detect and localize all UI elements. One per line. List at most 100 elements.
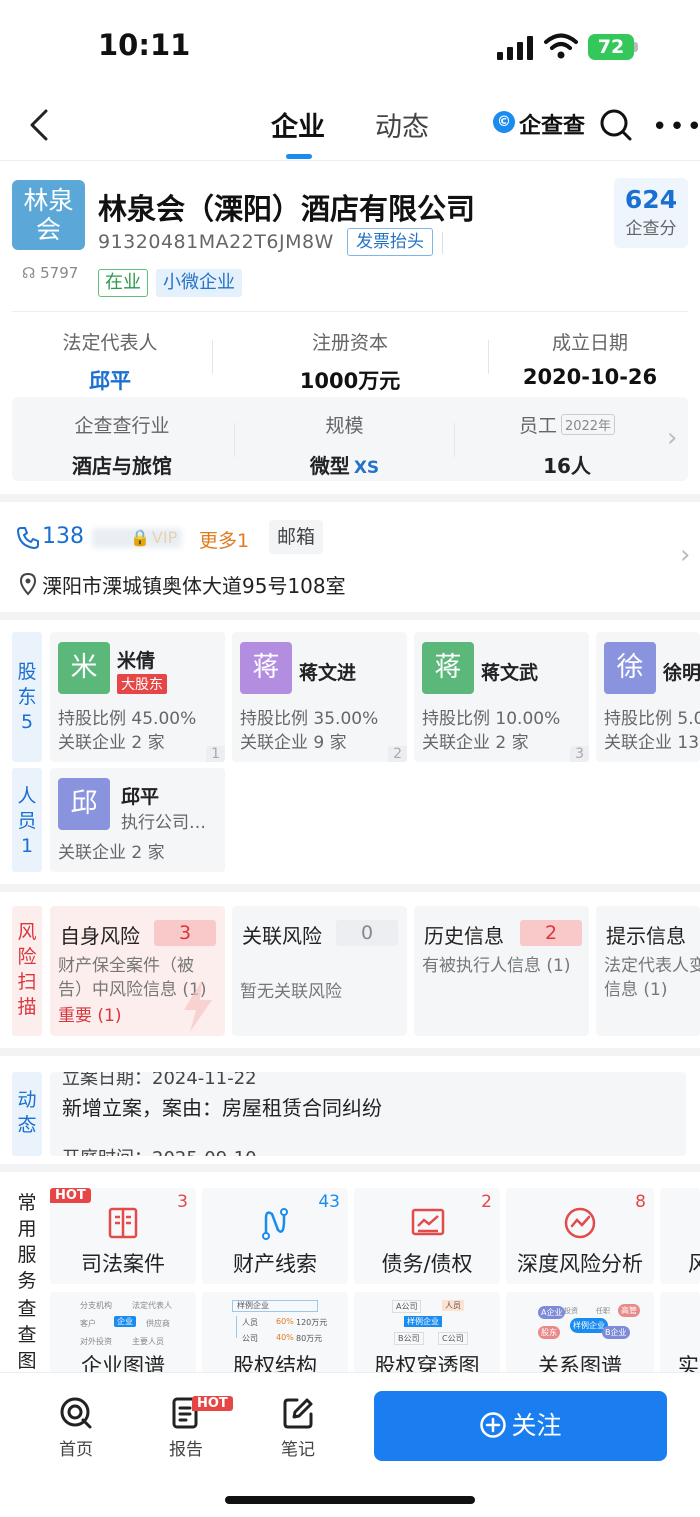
risk-card-self[interactable]: 自身风险 3 财产保全案件（被告）中风险信息 (1) 重要 (1) [50,906,225,1036]
tab-enterprise[interactable]: 企业 [271,105,325,144]
shareholder-card[interactable]: 蒋 蒋文进 持股比例 35.00% 关联企业 9 家 2 [232,632,407,762]
industry-value: 酒店与旅馆 [72,454,172,478]
legal-rep-value[interactable]: 邱平 [30,365,190,395]
avatar: 蒋 [422,642,474,694]
section-gap [0,494,700,502]
shareholder-name: 蒋文武 [481,662,539,684]
risk-card-history[interactable]: 历史信息 2 有被执行人信息 (1) [414,906,589,1036]
graph-more[interactable]: 实 [660,1292,700,1376]
score-label: 企查分 [625,219,677,239]
risk-desc: 法定代表人变 信息 (1) [604,956,700,1000]
industry-info-box[interactable]: 企查查行业 酒店与旅馆 规模 微型 XS 员工 2022年 16人 › [12,397,688,481]
wifi-icon [544,33,578,59]
shareholder-card[interactable]: 徐 徐明 持股比例 5.0 关联企业 13 [596,632,700,762]
mini-node-center: 企业 [114,1316,136,1327]
staff-role: 执行公司… [121,813,206,833]
legal-rep[interactable]: 法定代表人 邱平 [30,328,190,395]
mini-node: C公司 [438,1332,468,1345]
address-text[interactable]: 溧阳市溧城镇奥体大道95号108室 [42,570,346,599]
score-box[interactable]: 624 企查分 [614,178,688,248]
graph-equity-structure[interactable]: 样例企业 人员 60% 120万元 公司 40% 80万元 股权结构 [202,1292,348,1376]
service-asset-clues[interactable]: 43 财产线索 [202,1188,348,1284]
legal-rep-label: 法定代表人 [62,332,158,354]
staff-card[interactable]: 邱 邱平 执行公司… 关联企业 2 家 [50,768,225,872]
scale-value: 微型 [309,454,350,478]
bottom-tab-notes[interactable]: 笔记 [276,1396,320,1460]
shareholder-name: 蒋文进 [299,662,357,684]
dynamics-main: 新增立案，案由：房屋租赁合同纠纷 [62,1096,382,1120]
location-pin-icon [19,572,37,596]
founded-label: 成立日期 [551,332,628,354]
dynamics-ticker[interactable]: 立案日期：2024-11-22 新增立案，案由：房屋租赁合同纠纷 开庭时间：20… [50,1072,686,1156]
graph-equity-penetration[interactable]: A公司 人员 样例企业 B公司 C公司 股权穿透图 [354,1292,500,1376]
service-label: 债务/债权 [381,1252,473,1276]
staff-label[interactable]: 人员 1 [12,768,42,872]
invoice-button[interactable]: 发票抬头 [347,228,433,256]
services-title: 常用服务 [17,1192,37,1292]
nav-divider [0,160,700,161]
shareholders-label[interactable]: 股东 5 [12,632,42,762]
email-button[interactable]: 邮箱 [269,520,324,554]
service-more[interactable]: 风 [660,1188,700,1284]
mini-node: 80万元 [296,1334,323,1343]
avatar: 蒋 [240,642,292,694]
risk-card-related[interactable]: 关联风险 0 暂无关联风险 [232,906,407,1036]
more-phones-link[interactable]: 更多1 [199,526,249,553]
vip-lock[interactable]: 🔒 VIP [130,528,177,547]
more-options-icon[interactable]: ••• [652,112,700,142]
avatar: 邱 [58,778,110,830]
status-time: 10:11 [98,28,191,62]
service-deep-risk-analysis[interactable]: 8 深度风险分析 [506,1188,654,1284]
staff-value: 16人 [543,454,591,478]
service-label: 风 [688,1252,700,1276]
company-name: 林泉会（溧阳）酒店有限公司 [98,192,476,226]
mini-node: 人员 [442,1300,464,1311]
bottom-tab-home[interactable]: 首页 [54,1396,98,1460]
risk-important: 重要 (1) [58,1006,122,1026]
graph-enterprise[interactable]: 分支机构 法定代表人 客户 企业 供应商 对外投资 主要人员 企业图谱 [50,1292,196,1376]
battery-icon: 72 [588,34,634,60]
risk-card-notice[interactable]: 提示信息 法定代表人变 信息 (1) [596,906,700,1036]
divider [488,340,489,374]
risk-scan-title: 风险扫描 [17,921,37,1018]
dynamics-label[interactable]: 动态 [12,1072,42,1156]
divider [454,423,455,457]
credit-code[interactable]: 91320481MA22T6JM8W [98,231,334,253]
service-debt-credit[interactable]: 2 债务/债权 [354,1188,500,1284]
notes-icon [283,1398,313,1429]
mini-node: 人员 [242,1318,258,1327]
service-judicial-cases[interactable]: HOT 3 司法案件 [50,1188,196,1284]
shareholder-card[interactable]: 蒋 蒋文武 持股比例 10.00% 关联企业 2 家 3 [414,632,589,762]
back-arrow-icon[interactable] [28,108,50,142]
hot-count: ☊ 5797 [22,264,78,282]
phone-icon[interactable] [16,526,40,550]
follow-button[interactable]: 关注 [374,1391,667,1461]
mini-node: 公司 [242,1334,258,1343]
notes-label: 笔记 [281,1440,315,1460]
risk-desc: 有被执行人信息 (1) [422,956,571,976]
capital-label: 注册资本 [311,332,388,354]
chevron-right-icon: › [667,423,678,453]
card-index: 3 [570,746,589,762]
shareholder-card[interactable]: 米 米倩 大股东 持股比例 45.00% 关联企业 2 家 1 [50,632,225,762]
mini-node: 40% [276,1333,294,1342]
section-gap [0,1164,700,1172]
service-count: 3 [177,1192,188,1212]
tab-dynamics[interactable]: 动态 [375,105,429,144]
chevron-right-icon[interactable]: › [680,540,690,570]
divider [234,423,235,457]
risk-scan-label[interactable]: 风险扫描 [12,906,42,1036]
cellular-signal-icon [497,36,533,60]
phone-number[interactable]: 138 [42,524,84,549]
mini-node: 120万元 [296,1318,328,1327]
size-badge[interactable]: 小微企业 [156,269,242,297]
founded-value: 2020-10-26 [522,365,658,389]
dynamics-prev: 立案日期：2024-11-22 [62,1072,257,1089]
related-companies: 关联企业 2 家 [422,733,529,753]
brand-name: 企查查 [519,114,586,139]
hot-icon: ☊ [22,264,36,282]
search-icon[interactable] [599,108,633,142]
card-index: 1 [206,746,225,762]
graph-relationship[interactable]: A企业 投资 任职 高管 样例企业 股东 B企业 关系图谱 [506,1292,654,1376]
mini-edge: 投资 [564,1307,578,1315]
